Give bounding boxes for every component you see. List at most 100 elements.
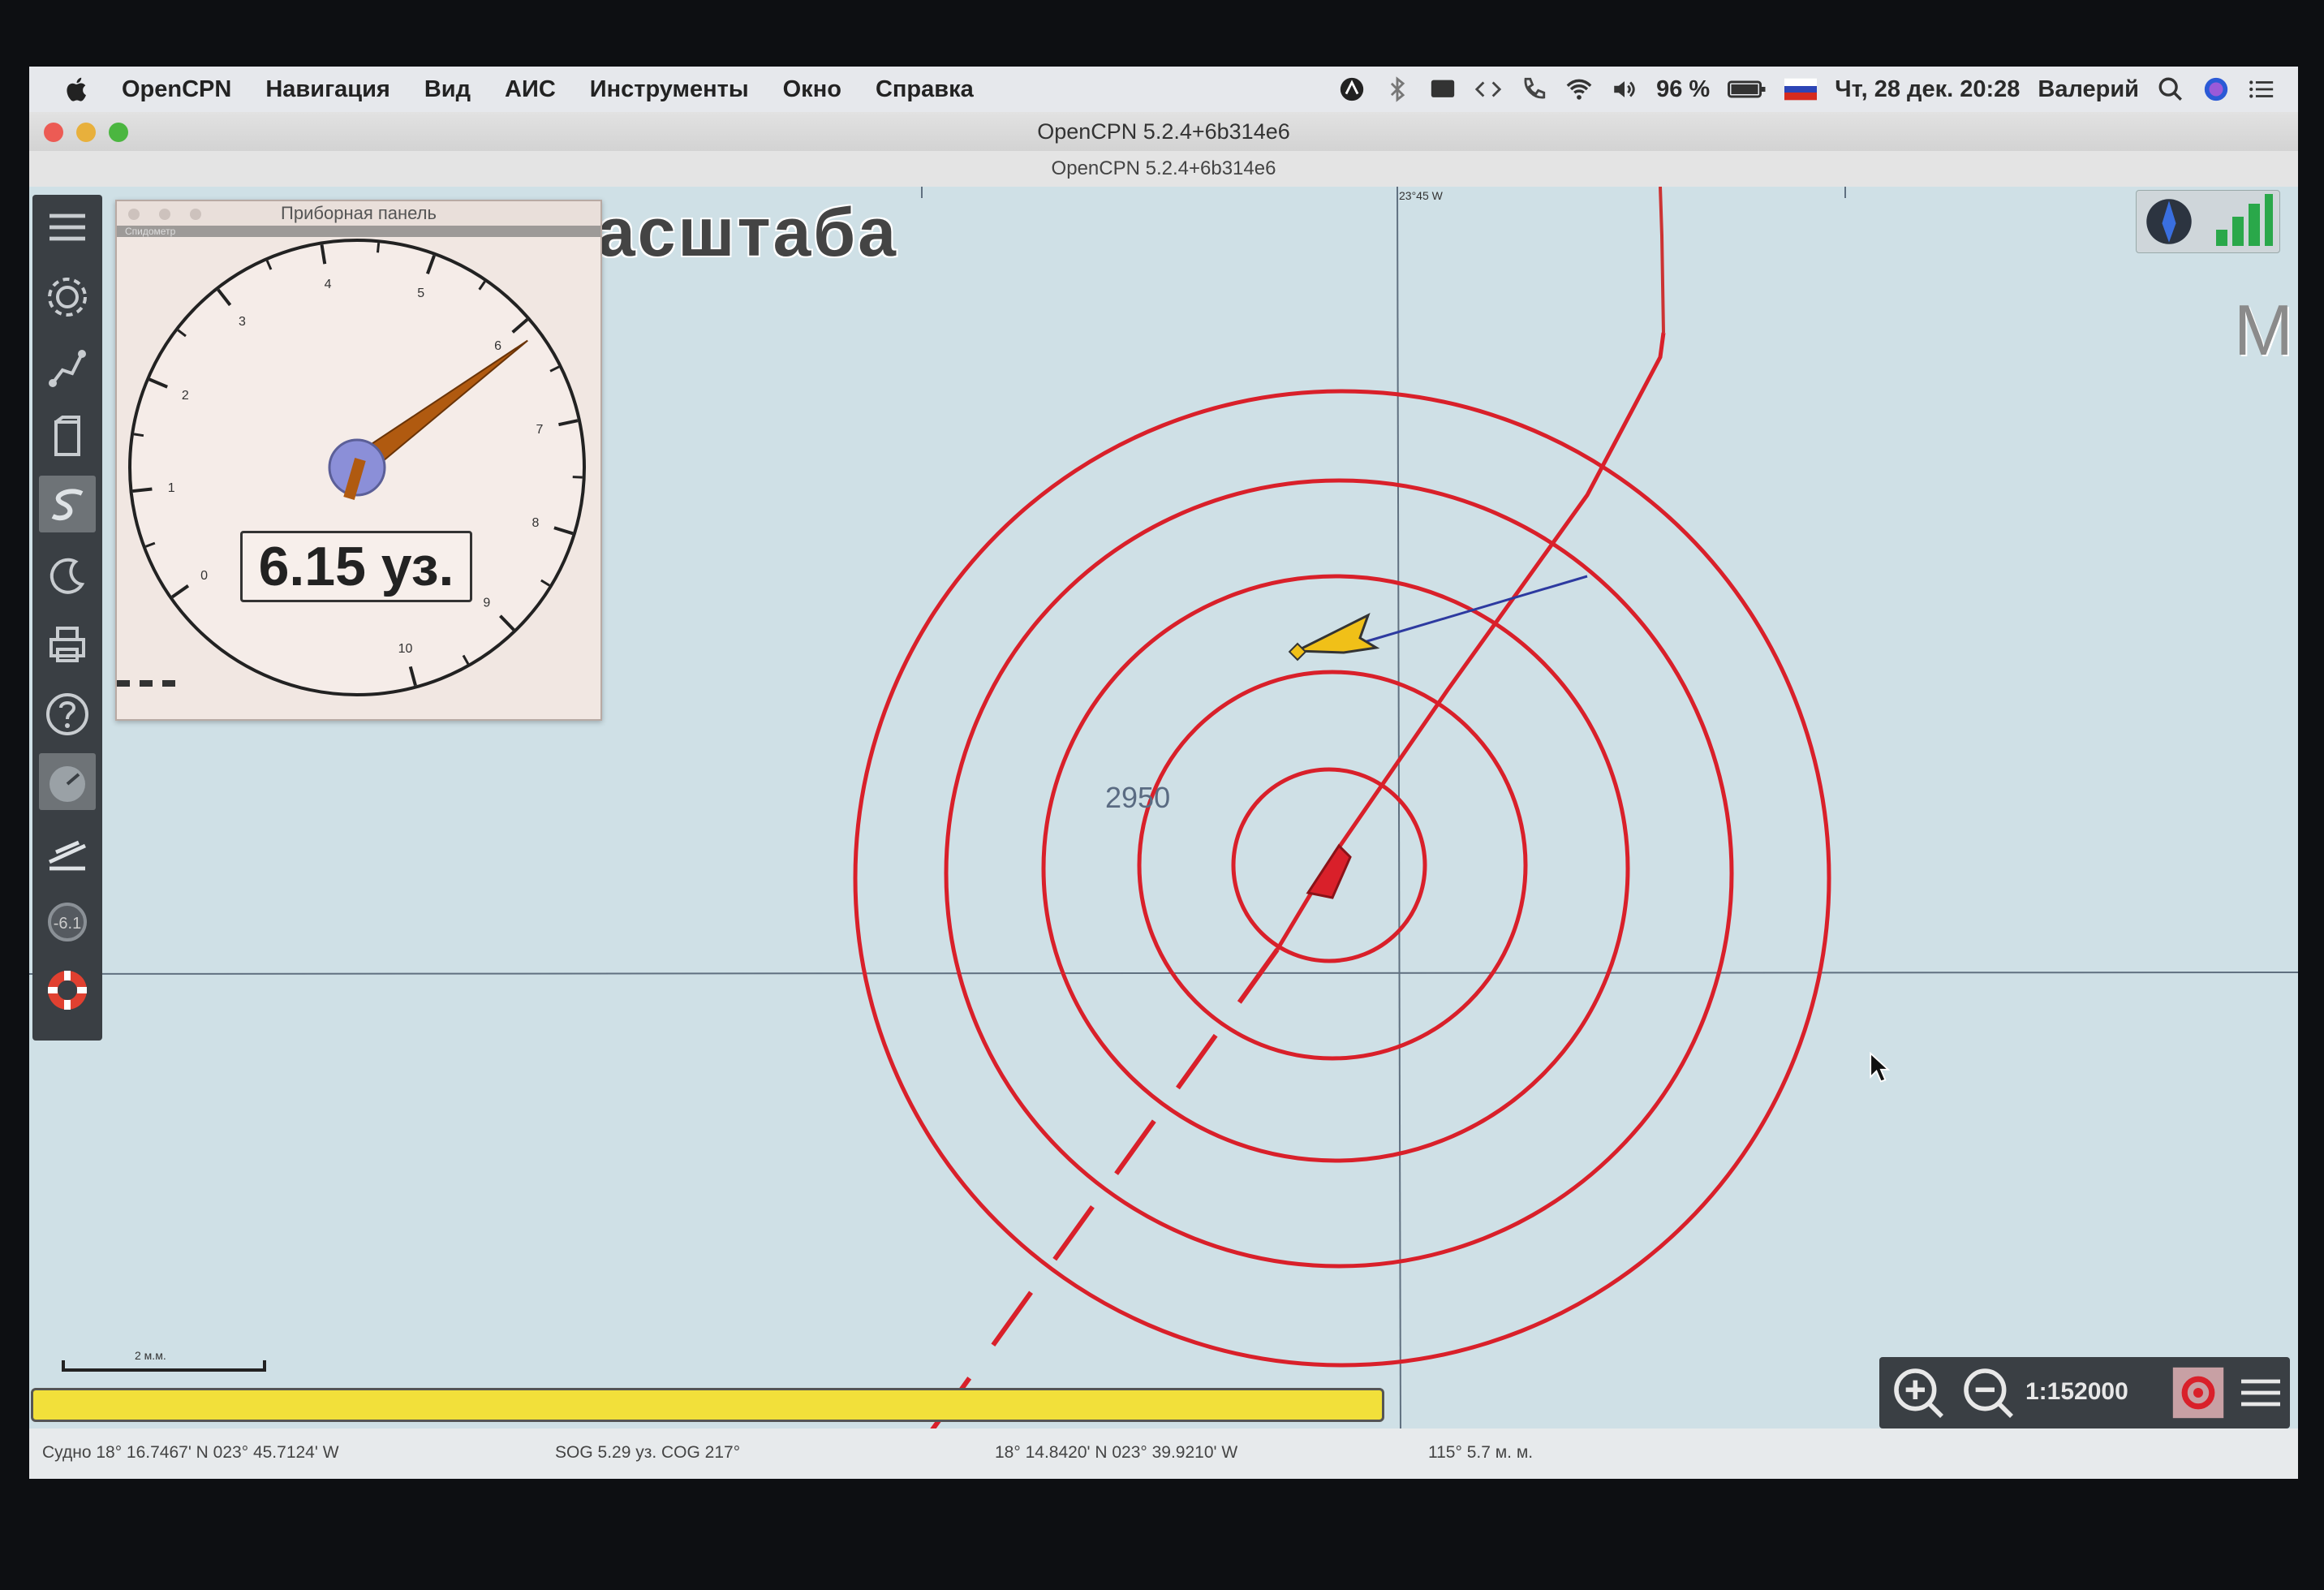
depth-sounding: 2950 xyxy=(1105,781,1171,814)
yellow-progress-bar xyxy=(31,1388,1384,1422)
gauge-label: 0 xyxy=(200,569,208,583)
gauge-label: 4 xyxy=(325,278,332,291)
svg-text:-6.1: -6.1 xyxy=(54,915,81,933)
chart-text-overlay: M xyxy=(2233,290,2293,370)
route-icon[interactable] xyxy=(43,344,92,393)
speed-readout: 6.15 уз. xyxy=(240,531,472,602)
menu-view[interactable]: Вид xyxy=(424,76,471,103)
dashboard-close-button[interactable] xyxy=(128,209,140,220)
chart-quilt-icon[interactable] xyxy=(2168,1364,2228,1422)
display-icon[interactable] xyxy=(1429,75,1457,103)
menu-ais[interactable]: АИС xyxy=(505,76,556,103)
gauge-label: 2 xyxy=(182,389,189,403)
dashboard-titlebar[interactable]: Приборная панель xyxy=(117,201,600,226)
menu-icon[interactable] xyxy=(43,203,92,252)
bluetooth-icon[interactable] xyxy=(1384,75,1411,103)
code-icon[interactable] xyxy=(1474,75,1502,103)
gauge-label: 1 xyxy=(168,481,175,495)
coastline xyxy=(1659,187,1665,334)
night-mode-icon[interactable] xyxy=(43,552,92,601)
apple-icon[interactable] xyxy=(62,74,93,105)
clock[interactable]: Чт, 28 дек. 20:28 xyxy=(1835,76,2020,103)
mouse-cursor-icon xyxy=(1870,1052,1891,1083)
longitude-label: 23°45 W xyxy=(1399,189,1443,202)
window-minimize-button[interactable] xyxy=(76,123,96,142)
language-flag-icon[interactable] xyxy=(1784,75,1818,103)
ais-target-marker xyxy=(1288,642,1307,661)
dashboard-icon[interactable] xyxy=(43,758,92,807)
zoom-controls: 1:152000 xyxy=(1879,1357,2290,1428)
scale-bar-label: 2 м.м. xyxy=(135,1349,166,1362)
battery-icon[interactable] xyxy=(1728,75,1767,103)
ais-icon[interactable] xyxy=(43,829,92,878)
menu-help[interactable]: Справка xyxy=(876,76,974,103)
window-titlebar: OpenCPN 5.2.4+6b314e6 xyxy=(29,112,2298,152)
chart-canvas[interactable]: асштаба M 2950 23°45 W -6.1 Приборная па… xyxy=(29,187,2298,1428)
gauge-label: 10 xyxy=(398,642,413,656)
meridian-line xyxy=(1397,187,1401,1428)
ais-target-vector xyxy=(1361,575,1588,644)
notification-center-icon[interactable] xyxy=(2248,75,2275,103)
gauge-label: 5 xyxy=(417,287,424,300)
window-zoom-button[interactable] xyxy=(109,123,128,142)
menu-tools[interactable]: Инструменты xyxy=(590,76,749,103)
left-toolbar: -6.1 xyxy=(32,195,102,1041)
wifi-icon[interactable] xyxy=(1565,75,1593,103)
chart-scale-bar: 2 м.м. xyxy=(62,1349,266,1373)
settings-gear-icon[interactable] xyxy=(43,273,92,321)
gauge-label: 3 xyxy=(239,315,246,329)
gauge-label: 7 xyxy=(536,423,544,437)
chart-menu-icon[interactable] xyxy=(2236,1367,2285,1419)
gauge-dash-mark xyxy=(117,680,175,693)
gauge-tick xyxy=(132,487,153,493)
status-bar: Судно 18° 16.7467' N 023° 45.7124' W SOG… xyxy=(29,1428,2298,1479)
scale-bar-line xyxy=(62,1360,266,1372)
menu-window[interactable]: Окно xyxy=(783,76,841,103)
menubar: OpenCPN Навигация Вид АИС Инструменты Ок… xyxy=(29,67,2298,112)
gps-signal-icon[interactable] xyxy=(2210,194,2275,249)
screen: OpenCPN Навигация Вид АИС Инструменты Ок… xyxy=(29,67,2298,1479)
window-close-button[interactable] xyxy=(44,123,63,142)
dashboard-zoom-button[interactable] xyxy=(190,209,201,220)
gauge-label: 8 xyxy=(532,516,539,530)
chart-scale-overlay: асштаба xyxy=(597,194,898,270)
gauge-tick xyxy=(572,476,583,479)
speedometer-gauge: 0 1 2 3 4 5 6 7 8 9 10 xyxy=(128,239,586,696)
search-icon[interactable] xyxy=(2157,75,2184,103)
zoom-level: 1:152000 xyxy=(2025,1378,2128,1405)
mob-lifebuoy-icon[interactable] xyxy=(43,966,92,1015)
dashboard-minimize-button[interactable] xyxy=(159,209,170,220)
north-up-compass-icon[interactable] xyxy=(2143,196,2195,248)
gauge-tick xyxy=(133,433,144,437)
focus-icon[interactable] xyxy=(1338,75,1366,103)
window-title: OpenCPN 5.2.4+6b314e6 xyxy=(1037,119,1290,144)
siri-icon[interactable] xyxy=(2202,75,2230,103)
help-icon[interactable] xyxy=(43,690,92,739)
print-icon[interactable] xyxy=(43,620,92,669)
user-name[interactable]: Валерий xyxy=(2038,76,2139,103)
menu-navigation[interactable]: Навигация xyxy=(265,76,390,103)
ais-target-icon xyxy=(1296,612,1380,654)
own-ship-icon xyxy=(1306,843,1352,899)
course-track-dashed xyxy=(930,948,1280,1428)
route-manager-icon[interactable] xyxy=(43,414,92,463)
volume-icon[interactable] xyxy=(1611,75,1638,103)
top-right-controls xyxy=(2136,190,2280,253)
parallel-line xyxy=(29,972,2298,975)
zoom-in-icon[interactable] xyxy=(1891,1365,1947,1422)
menubar-status-area: 96 % Чт, 28 дек. 20:28 Валерий xyxy=(1338,67,2275,112)
compass-icon[interactable]: -6.1 xyxy=(43,898,92,946)
zoom-out-icon[interactable] xyxy=(1960,1365,2017,1422)
gauge-label: 6 xyxy=(494,339,501,353)
menu-app-opencpn[interactable]: OpenCPN xyxy=(122,76,231,103)
dashboard-panel[interactable]: Приборная панель Спидометр 0 1 2 3 4 5 6 7 8 9 10 … xyxy=(115,200,602,721)
phone-icon[interactable] xyxy=(1520,75,1547,103)
status-cursor-position: 18° 14.8420' N 023° 39.9210' W xyxy=(995,1443,1238,1462)
status-sog-cog: SOG 5.29 уз. COG 217° xyxy=(555,1443,741,1462)
instrument-name: Спидометр xyxy=(117,226,600,237)
status-bearing-distance: 115° 5.7 м. м. xyxy=(1428,1443,1534,1462)
track-icon[interactable] xyxy=(43,480,92,529)
window-subtitle: OpenCPN 5.2.4+6b314e6 xyxy=(29,151,2298,187)
battery-percent: 96 % xyxy=(1656,75,1711,102)
status-ship-position: Судно 18° 16.7467' N 023° 45.7124' W xyxy=(42,1443,339,1462)
